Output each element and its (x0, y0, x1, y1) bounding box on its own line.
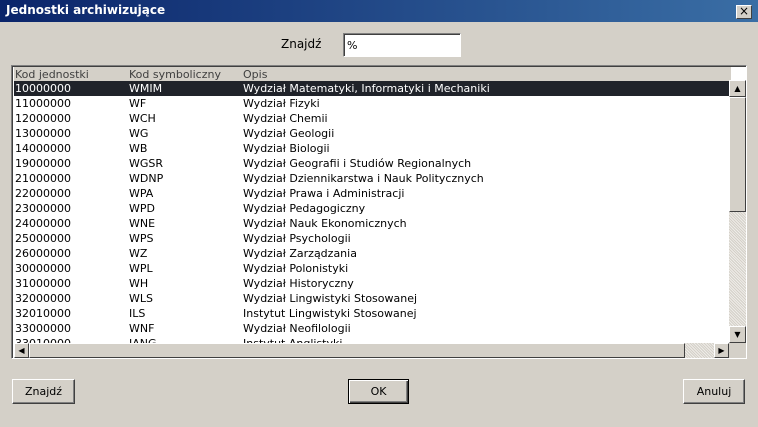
cell-description: Instytut Anglistyki (243, 336, 342, 343)
cell-description: Wydział Biologii (243, 142, 330, 155)
horizontal-scrollbar[interactable]: ◀ ▶ (14, 343, 729, 358)
scroll-right-icon[interactable]: ▶ (714, 343, 729, 358)
cell-unit-code: 32010000 (15, 307, 71, 320)
cell-unit-code: 11000000 (15, 97, 71, 110)
table-row[interactable]: 23000000 WPD Wydział Pedagogiczny (14, 201, 731, 216)
search-input[interactable] (343, 33, 461, 57)
table-row[interactable]: 14000000 WB Wydział Biologii (14, 141, 731, 156)
cell-symbol-code: IANG (129, 336, 157, 343)
cell-symbol-code: WGSR (129, 157, 164, 170)
table-row[interactable]: 30000000 WPL Wydział Polonistyki (14, 261, 731, 276)
vertical-scroll-thumb[interactable] (729, 97, 746, 212)
cell-description: Wydział Geologii (243, 127, 335, 140)
cell-unit-code: 23000000 (15, 202, 71, 215)
search-label: Znajdź (281, 37, 322, 51)
cell-symbol-code: WH (129, 277, 149, 290)
cell-description: Wydział Neofilologii (243, 322, 351, 335)
cell-description: Wydział Historyczny (243, 277, 354, 290)
vertical-scrollbar[interactable]: ▲ ▼ (729, 80, 746, 343)
cell-unit-code: 33000000 (15, 322, 71, 335)
cell-description: Wydział Pedagogiczny (243, 202, 366, 215)
cell-unit-code: 24000000 (15, 217, 71, 230)
cell-unit-code: 30000000 (15, 262, 71, 275)
cell-description: Wydział Dziennikarstwa i Nauk Polityczny… (243, 172, 484, 185)
cell-unit-code: 12000000 (15, 112, 71, 125)
cell-symbol-code: WG (129, 127, 149, 140)
cell-symbol-code: WPL (129, 262, 153, 275)
ok-button[interactable]: OK (348, 379, 409, 404)
table-row[interactable]: 25000000 WPS Wydział Psychologii (14, 231, 731, 246)
cell-description: Wydział Psychologii (243, 232, 351, 245)
find-button[interactable]: Znajdź (12, 379, 75, 404)
table-row[interactable]: 31000000 WH Wydział Historyczny (14, 276, 731, 291)
scroll-down-icon[interactable]: ▼ (729, 326, 746, 343)
cell-symbol-code: WDNP (129, 172, 164, 185)
cell-description: Wydział Nauk Ekonomicznych (243, 217, 407, 230)
table-row[interactable]: 10000000 WMIM Wydział Matematyki, Informat… (14, 81, 731, 96)
column-header-code[interactable]: Kod jednostki (15, 68, 89, 81)
column-header-symbol[interactable]: Kod symboliczny (129, 68, 221, 81)
table-row[interactable]: 19000000 WGSR Wydział Geografii i Studiów … (14, 156, 731, 171)
units-grid: Kod jednostki Kod symboliczny Opis 10000… (11, 65, 747, 359)
cell-unit-code: 22000000 (15, 187, 71, 200)
close-button[interactable]: × (736, 5, 752, 19)
cell-unit-code: 13000000 (15, 127, 71, 140)
cell-symbol-code: WPS (129, 232, 154, 245)
table-row[interactable]: 12000000 WCH Wydział Chemii (14, 111, 731, 126)
scroll-corner (729, 343, 746, 358)
cell-unit-code: 31000000 (15, 277, 71, 290)
cell-unit-code: 14000000 (15, 142, 71, 155)
cell-description: Wydział Polonistyki (243, 262, 349, 275)
cell-symbol-code: WLS (129, 292, 153, 305)
scroll-left-icon[interactable]: ◀ (14, 343, 29, 358)
scroll-up-icon[interactable]: ▲ (729, 80, 746, 97)
cell-symbol-code: WPA (129, 187, 154, 200)
cell-description: Wydział Zarządzania (243, 247, 357, 260)
cell-description: Wydział Chemii (243, 112, 328, 125)
table-row[interactable]: 26000000 WZ Wydział Zarządzania (14, 246, 731, 261)
cancel-button[interactable]: Anuluj (683, 379, 745, 404)
cell-symbol-code: ILS (129, 307, 146, 320)
cell-symbol-code: WMIM (129, 82, 163, 95)
cell-symbol-code: WPD (129, 202, 155, 215)
cell-unit-code: 10000000 (15, 82, 71, 95)
grid-rows: 10000000 WMIM Wydział Matematyki, Informat… (14, 81, 731, 343)
table-row[interactable]: 24000000 WNE Wydział Nauk Ekonomicznych (14, 216, 731, 231)
column-header-description[interactable]: Opis (243, 68, 267, 81)
horizontal-scroll-thumb[interactable] (29, 343, 685, 358)
table-row[interactable]: 32010000 ILS Instytut Lingwistyki Stosowan… (14, 306, 731, 321)
table-row[interactable]: 32000000 WLS Wydział Lingwistyki Stosowane… (14, 291, 731, 306)
table-row[interactable]: 21000000 WDNP Wydział Dziennikarstwa i Nau… (14, 171, 731, 186)
cell-unit-code: 26000000 (15, 247, 71, 260)
cell-description: Instytut Lingwistyki Stosowanej (243, 307, 417, 320)
cell-description: Wydział Prawa i Administracji (243, 187, 405, 200)
cell-description: Wydział Lingwistyki Stosowanej (243, 292, 418, 305)
cell-symbol-code: WNF (129, 322, 155, 335)
cell-symbol-code: WF (129, 97, 147, 110)
table-row[interactable]: 11000000 WF Wydział Fizyki (14, 96, 731, 111)
table-row[interactable]: 13000000 WG Wydział Geologii (14, 126, 731, 141)
cell-unit-code: 32000000 (15, 292, 71, 305)
cell-description: Wydział Fizyki (243, 97, 320, 110)
table-row[interactable]: 33010000 IANG Instytut Anglistyki (14, 336, 731, 343)
cell-description: Wydział Matematyki, Informatyki i Mechan… (243, 82, 490, 95)
cell-unit-code: 21000000 (15, 172, 71, 185)
cell-symbol-code: WCH (129, 112, 156, 125)
cell-unit-code: 25000000 (15, 232, 71, 245)
cell-unit-code: 19000000 (15, 157, 71, 170)
cell-symbol-code: WNE (129, 217, 156, 230)
cell-unit-code: 33010000 (15, 336, 71, 343)
cell-description: Wydział Geografii i Studiów Regionalnych (243, 157, 472, 170)
grid-header: Kod jednostki Kod symboliczny Opis (14, 67, 731, 81)
table-row[interactable]: 33000000 WNF Wydział Neofilologii (14, 321, 731, 336)
window-title: Jednostki archiwizujące (6, 3, 166, 17)
cell-symbol-code: WB (129, 142, 148, 155)
table-row[interactable]: 22000000 WPA Wydział Prawa i Administracji (14, 186, 731, 201)
title-bar: Jednostki archiwizujące × (0, 0, 758, 22)
cell-symbol-code: WZ (129, 247, 148, 260)
